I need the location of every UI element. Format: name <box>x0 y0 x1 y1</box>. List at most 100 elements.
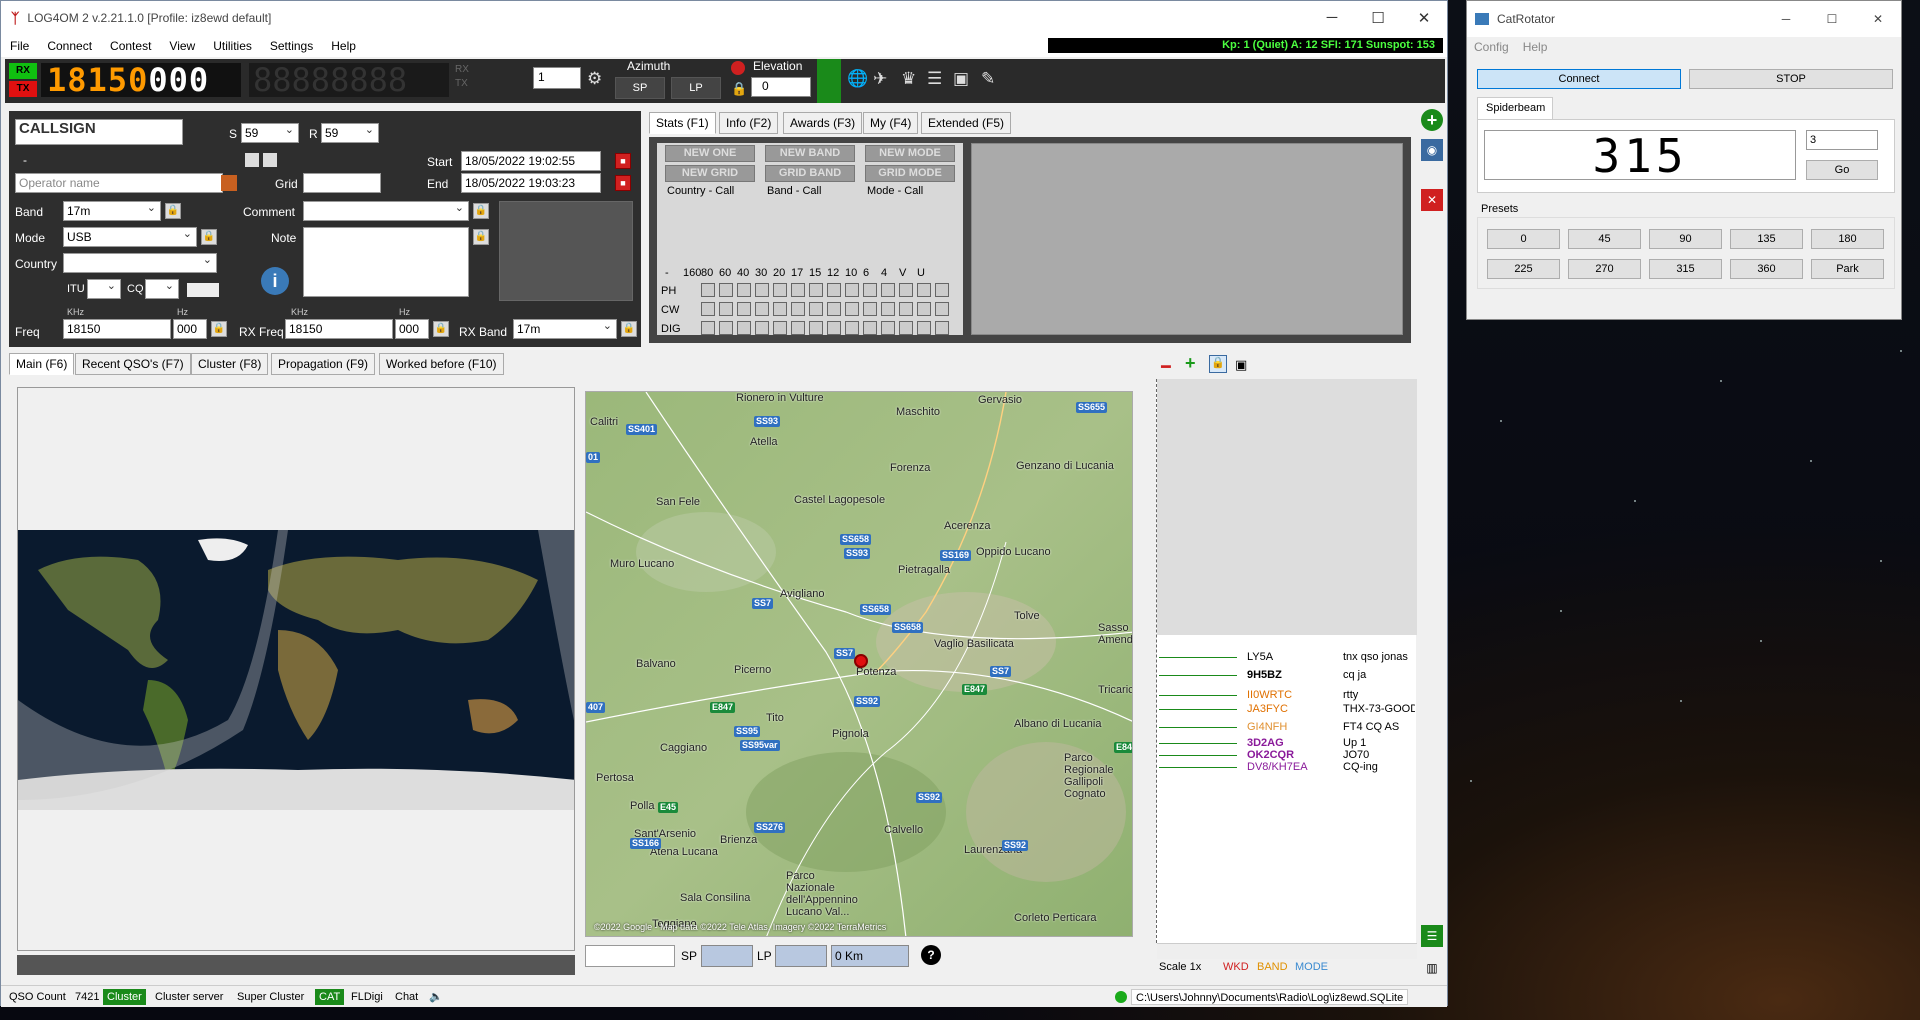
preset-0-button[interactable]: 0 <box>1487 229 1560 249</box>
list-icon[interactable]: ☰ <box>927 69 942 89</box>
short-path-button[interactable]: SP <box>615 77 665 99</box>
help-icon[interactable]: ? <box>921 945 941 965</box>
callsign-input[interactable]: CALLSIGN <box>15 119 183 145</box>
note-textarea[interactable] <box>303 227 469 297</box>
preset-135-button[interactable]: 135 <box>1730 229 1803 249</box>
new-band-button[interactable]: NEW BAND <box>765 145 855 162</box>
target-grid-input[interactable] <box>585 945 675 967</box>
preset-315-button[interactable]: 315 <box>1649 259 1722 279</box>
operator-name-input[interactable]: Operator name <box>15 173 223 193</box>
checkbox-a[interactable] <box>245 153 259 167</box>
cluster-lock-icon[interactable]: 🔒 <box>1209 355 1227 373</box>
tab-cluster[interactable]: Cluster (F8) <box>191 353 269 375</box>
comment-lock-icon[interactable]: 🔒 <box>473 203 489 219</box>
preset-park-button[interactable]: Park <box>1811 259 1884 279</box>
checkbox-b[interactable] <box>263 153 277 167</box>
status-cluster-server[interactable]: Cluster server <box>151 989 227 1005</box>
status-cat[interactable]: CAT <box>315 989 345 1005</box>
terrain-map[interactable]: Rionero in Vulture Maschito Gervasio Calitr… <box>585 391 1133 937</box>
menu-contest[interactable]: Contest <box>101 39 160 53</box>
tab-my[interactable]: My (F4) <box>863 112 919 134</box>
camera-icon[interactable]: ▣ <box>953 69 969 89</box>
gear-icon[interactable]: ⚙ <box>587 69 602 89</box>
status-chat[interactable]: Chat <box>391 989 422 1005</box>
step-spinner[interactable]: 1 <box>533 67 581 89</box>
status-cluster[interactable]: Cluster <box>103 989 146 1005</box>
satellite-icon[interactable]: ✈ <box>873 69 887 89</box>
tab-propagation[interactable]: Propagation (F9) <box>271 353 376 375</box>
world-map[interactable] <box>18 530 575 810</box>
rxband-select[interactable]: 17m <box>513 319 617 339</box>
globe-lookup-icon[interactable]: ◉ <box>1421 139 1443 161</box>
new-grid-button[interactable]: NEW GRID <box>665 165 755 182</box>
new-mode-button[interactable]: NEW MODE <box>865 145 955 162</box>
signal-icon[interactable] <box>817 59 841 103</box>
band-select[interactable]: 17m <box>63 201 161 221</box>
s-report-select[interactable]: 59 <box>241 123 299 143</box>
maximize-icon[interactable]: ☐ <box>1355 9 1401 27</box>
rotator-maximize-icon[interactable]: ☐ <box>1809 12 1855 26</box>
add-qso-icon[interactable]: + <box>1421 109 1443 131</box>
tab-main[interactable]: Main (F6) <box>9 353 75 375</box>
menu-connect[interactable]: Connect <box>38 39 101 53</box>
tab-stats[interactable]: Stats (F1) <box>649 112 716 134</box>
go-button[interactable]: Go <box>1806 160 1878 180</box>
info-icon[interactable]: i <box>261 267 289 295</box>
location-marker-icon[interactable] <box>854 654 868 668</box>
rxfreq-lock-icon[interactable]: 🔒 <box>433 321 449 337</box>
tab-extended[interactable]: Extended (F5) <box>921 112 1012 134</box>
status-fldigi[interactable]: FLDigi <box>347 989 387 1005</box>
preset-360-button[interactable]: 360 <box>1730 259 1803 279</box>
band-lock-icon[interactable]: 🔒 <box>165 203 181 219</box>
zoom-in-icon[interactable]: + <box>1185 353 1196 374</box>
spot-callsign[interactable]: II0WRTC <box>1247 689 1292 701</box>
tab-info[interactable]: Info (F2) <box>719 112 779 134</box>
spot-callsign[interactable]: LY5A <box>1247 651 1273 663</box>
screenshot-icon[interactable]: ▣ <box>1235 357 1247 373</box>
tx-indicator[interactable]: TX <box>9 81 37 97</box>
elevation-spinner[interactable]: 0 <box>751 77 811 97</box>
alarm-icon[interactable] <box>731 61 745 75</box>
lock-icon[interactable]: 🔒 <box>731 81 747 97</box>
note-lock-icon[interactable]: 🔒 <box>473 229 489 245</box>
bandmap-scrollbar[interactable] <box>1157 943 1417 959</box>
bandmap-list-icon[interactable]: ☰ <box>1421 925 1443 947</box>
start-lock-icon[interactable]: ■ <box>615 153 631 169</box>
mode-select[interactable]: USB <box>63 227 197 247</box>
preset-45-button[interactable]: 45 <box>1568 229 1641 249</box>
scale-select[interactable]: Scale 1x <box>1159 961 1201 973</box>
rxband-lock-icon[interactable]: 🔒 <box>621 321 637 337</box>
zoom-out-icon[interactable]: ━ <box>1161 357 1171 377</box>
connect-button[interactable]: Connect <box>1477 69 1681 89</box>
comment-select[interactable] <box>303 201 469 221</box>
cq-select[interactable] <box>145 279 179 299</box>
minimize-icon[interactable]: ─ <box>1309 9 1355 27</box>
menu-utilities[interactable]: Utilities <box>204 39 261 53</box>
spot-callsign[interactable]: 3D2AG <box>1247 737 1284 749</box>
rotator-menu-config[interactable]: Config <box>1467 40 1516 54</box>
operator-lookup-icon[interactable] <box>221 175 237 191</box>
tab-spiderbeam[interactable]: Spiderbeam <box>1477 97 1553 119</box>
mode-lock-icon[interactable]: 🔒 <box>201 229 217 245</box>
globe-icon[interactable]: 🌐 <box>847 69 868 89</box>
spot-callsign[interactable]: JA3FYC <box>1247 703 1288 715</box>
stop-button[interactable]: STOP <box>1689 69 1893 89</box>
grid-mode-button[interactable]: GRID MODE <box>865 165 955 182</box>
freq-lock-icon[interactable]: 🔒 <box>211 321 227 337</box>
menu-view[interactable]: View <box>160 39 204 53</box>
end-time-input[interactable]: 18/05/2022 19:03:23 <box>461 173 601 193</box>
preset-270-button[interactable]: 270 <box>1568 259 1641 279</box>
rotator-minimize-icon[interactable]: ─ <box>1763 12 1809 26</box>
rotator-close-icon[interactable]: ✕ <box>1855 12 1901 26</box>
frequency-display[interactable]: 18150000 <box>41 63 241 97</box>
itu-select[interactable] <box>87 279 121 299</box>
preset-225-button[interactable]: 225 <box>1487 259 1560 279</box>
grid-band-button[interactable]: GRID BAND <box>765 165 855 182</box>
new-one-button[interactable]: NEW ONE <box>665 145 755 162</box>
rxfreq-hz-input[interactable]: 000 <box>395 319 429 339</box>
status-super-cluster[interactable]: Super Cluster <box>233 989 308 1005</box>
freq-hz-input[interactable]: 000 <box>173 319 207 339</box>
preset-180-button[interactable]: 180 <box>1811 229 1884 249</box>
start-time-input[interactable]: 18/05/2022 19:02:55 <box>461 151 601 171</box>
freq-khz-input[interactable]: 18150 <box>63 319 171 339</box>
